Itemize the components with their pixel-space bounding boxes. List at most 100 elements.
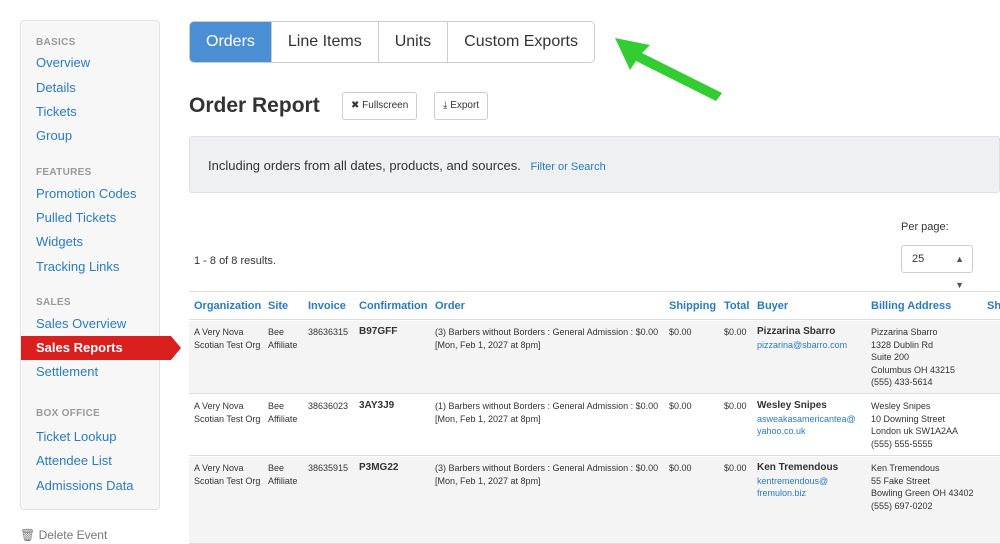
green-arrow-annotation [615,38,722,101]
cell-invoice: 38636023 [308,401,349,411]
col-shipping-address[interactable]: Sh [987,300,1000,312]
billing-line: Bowling Green OH 43402 [871,488,974,499]
cell-organization: A Very Nova Scotian Test Org [194,327,261,350]
billing-line: Wesley Snipes [871,401,931,411]
billing-line: 1328 Dublin Rd [871,339,934,350]
billing-line: Suite 200 [871,352,910,363]
sidebar-item-details[interactable]: Details [36,80,76,95]
cell-organization: A Very Nova Scotian Test Org [194,463,261,486]
cell-billing-address: Pizzarina Sbarro 1328 Dublin Rd Suite 20… [871,326,986,389]
cell-order: (1) Barbers without Borders : General Ad… [435,401,659,424]
billing-line: Pizzarina Sbarro [871,327,938,337]
sidebar-item-promotion-codes[interactable]: Promotion Codes [36,186,136,201]
cell-invoice: 38636315 [308,327,349,337]
delete-event-label: Delete Event [38,528,108,542]
filter-or-search-link[interactable]: Filter or Search [531,161,606,173]
cell-site: Bee Affiliate [268,401,298,424]
table-row[interactable]: A Very Nova Scotian Test Org Bee Affilia… [189,321,1000,394]
billing-line: (555) 697-0202 [871,500,933,511]
page-title: Order Report [189,94,320,117]
sidebar-item-pulled-tickets[interactable]: Pulled Tickets [36,210,116,225]
cell-site: Bee Affiliate [268,463,298,486]
table-row[interactable]: A Very Nova Scotian Test Org Bee Affilia… [189,457,1000,544]
billing-line: (555) 433-5614 [871,377,933,388]
col-order[interactable]: Order [435,300,465,312]
buyer-name: Ken Tremendous [757,462,839,473]
cell-order: (3) Barbers without Borders : General Ad… [435,463,659,486]
per-page-select[interactable]: 25 ▲ ▼ [901,245,973,290]
buyer-name: Pizzarina Sbarro [757,326,836,337]
cell-billing-address: Wesley Snipes 10 Downing Street London u… [871,400,986,450]
billing-line: Columbus OH 43215 [871,364,956,375]
billing-line: 55 Fake Street [871,475,931,486]
sidebar-item-group[interactable]: Group [36,128,72,143]
per-page-value: 25 [912,253,925,265]
buyer-email-link[interactable]: pizzarina@sbarro.com [757,339,865,352]
cell-shipping: $0.00 [669,401,692,411]
cell-confirmation: P3MG22 [359,462,399,473]
cell-confirmation: 3AY3J9 [359,400,395,411]
col-organization[interactable]: Organization [194,300,261,312]
per-page-label: Per page: [901,221,949,233]
sidebar-item-tracking-links[interactable]: Tracking Links [36,259,119,274]
cell-shipping: $0.00 [669,463,692,473]
filter-info-text: Including orders from all dates, product… [208,158,606,173]
cell-buyer: Pizzarina Sbarro pizzarina@sbarro.com [757,326,865,351]
sidebar-section-features: FEATURES [36,167,92,178]
export-button[interactable]: ⤓ Export [434,92,489,120]
sidebar-item-sales-reports[interactable]: Sales Reports [21,336,181,360]
cell-order: (3) Barbers without Borders : General Ad… [435,327,659,350]
trash-icon: 🗑 [20,528,36,542]
col-invoice[interactable]: Invoice [308,300,346,312]
expand-icon: ✖ [351,100,360,111]
cell-confirmation: B97GFF [359,326,398,337]
tab-line-items[interactable]: Line Items [270,22,378,62]
tab-units[interactable]: Units [377,22,448,62]
table-row[interactable]: A Very Nova Scotian Test Org Bee Affilia… [189,395,1000,456]
table-header: Organization Site Invoice Confirmation O… [189,291,1000,320]
cell-organization: A Very Nova Scotian Test Org [194,401,261,424]
col-site[interactable]: Site [268,300,288,312]
fullscreen-label: Fullscreen [362,100,409,111]
filter-description: Including orders from all dates, product… [208,158,521,173]
sidebar-item-overview[interactable]: Overview [36,55,90,70]
download-icon: ⤓ [443,100,448,111]
cell-billing-address: Ken Tremendous 55 Fake Street Bowling Gr… [871,462,981,512]
buyer-email-link[interactable]: kentremendous@ fremulon.biz [757,475,865,500]
results-count: 1 - 8 of 8 results. [194,255,276,267]
sidebar-item-tickets[interactable]: Tickets [36,104,77,119]
cell-total: $0.00 [724,463,747,473]
delete-event-link[interactable]: 🗑 Delete Event [20,528,107,542]
cell-site: Bee Affiliate [268,327,298,350]
sidebar-item-widgets[interactable]: Widgets [36,234,83,249]
tab-orders[interactable]: Orders [190,22,271,62]
cell-shipping: $0.00 [669,327,692,337]
tab-custom-exports[interactable]: Custom Exports [447,22,594,62]
col-total[interactable]: Total [724,300,749,312]
sidebar-section-box-office: BOX OFFICE [36,408,101,419]
cell-total: $0.00 [724,401,747,411]
sidebar-item-admissions-data[interactable]: Admissions Data [36,478,134,493]
sidebar-item-sales-overview[interactable]: Sales Overview [36,316,126,331]
col-billing-address[interactable]: Billing Address [871,300,951,312]
sidebar-item-ticket-lookup[interactable]: Ticket Lookup [36,429,116,444]
billing-line: (555) 555-5555 [871,438,933,449]
cell-buyer: Ken Tremendous kentremendous@ fremulon.b… [757,462,865,500]
sidebar-section-basics: BASICS [36,37,76,48]
sidebar-item-settlement[interactable]: Settlement [36,364,98,379]
cell-invoice: 38635915 [308,463,349,473]
billing-line: London uk SW1A2AA [871,426,959,437]
col-confirmation[interactable]: Confirmation [359,300,427,312]
fullscreen-button[interactable]: ✖ Fullscreen [342,92,418,120]
report-tabs: Orders Line Items Units Custom Exports [189,21,595,63]
sidebar-item-attendee-list[interactable]: Attendee List [36,453,112,468]
sidebar: BASICS Overview Details Tickets Group FE… [20,20,181,510]
buyer-email-link[interactable]: asweakasamericantea@ yahoo.co.uk [757,413,867,438]
billing-line: Ken Tremendous [871,463,940,473]
col-buyer[interactable]: Buyer [757,300,788,312]
buyer-name: Wesley Snipes [757,400,827,411]
export-label: Export [450,100,480,111]
cell-total: $0.00 [724,327,747,337]
col-shipping[interactable]: Shipping [669,300,716,312]
sidebar-section-sales: SALES [36,297,71,308]
